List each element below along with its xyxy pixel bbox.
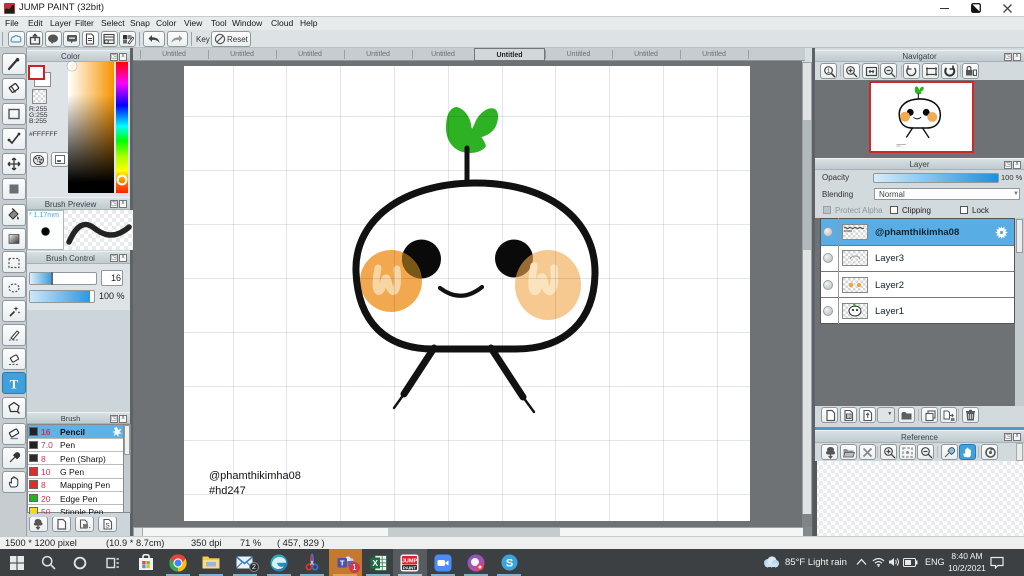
svg-text:#hd247: #hd247 xyxy=(209,485,246,497)
svg-text:X: X xyxy=(372,558,378,568)
svg-text:S: S xyxy=(105,522,110,529)
svg-text:T: T xyxy=(9,377,18,391)
svg-text:S: S xyxy=(506,558,513,570)
svg-text:B: B xyxy=(847,413,850,418)
svg-text:T: T xyxy=(340,559,345,568)
svg-text:JUMP: JUMP xyxy=(402,559,418,565)
svg-text:PAINT: PAINT xyxy=(403,565,416,570)
